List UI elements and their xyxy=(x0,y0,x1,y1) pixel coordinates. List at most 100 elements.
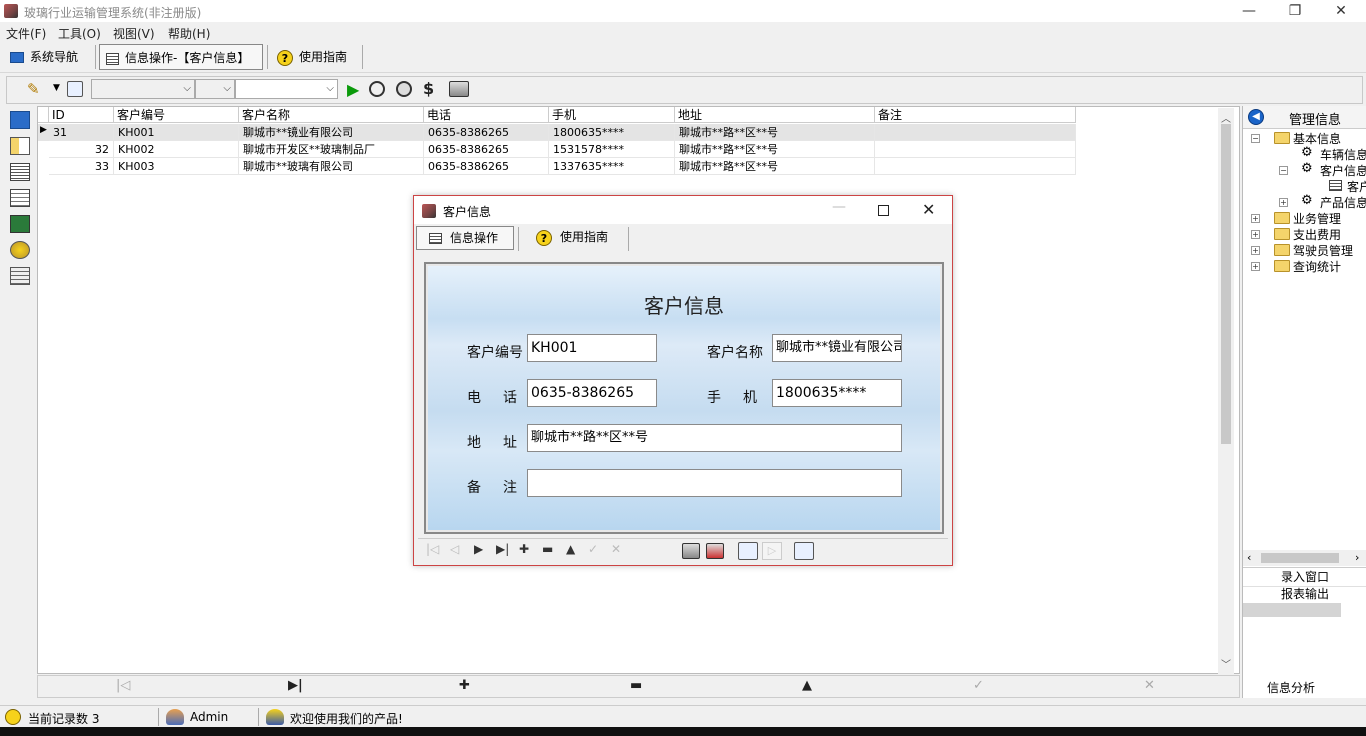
grid-vertical-scrollbar[interactable]: ︿ ﹀ xyxy=(1218,108,1234,674)
scroll-thumb[interactable] xyxy=(1261,553,1339,563)
column-header[interactable]: 地址 xyxy=(675,107,875,123)
last-record-button[interactable]: ▶| xyxy=(496,542,509,556)
next-record-button[interactable]: ▶ xyxy=(474,542,483,556)
column-header[interactable]: 手机 xyxy=(549,107,675,123)
tree-node[interactable]: 客户信息 xyxy=(1320,162,1366,179)
column-header[interactable]: 电话 xyxy=(424,107,549,123)
expand-icon[interactable]: + xyxy=(1251,214,1260,223)
dialog-close-button[interactable]: ✕ xyxy=(922,200,935,219)
operator-select[interactable]: ⌵ xyxy=(195,79,235,99)
zoom-preview-icon[interactable] xyxy=(794,542,814,560)
column-header[interactable]: 客户编号 xyxy=(114,107,239,123)
dialog-guide-button[interactable]: ? 使用指南 xyxy=(526,226,626,250)
print-icon[interactable] xyxy=(449,81,469,97)
tree-node[interactable]: 业务管理 xyxy=(1293,210,1341,227)
dialog-minimize-button[interactable]: — xyxy=(832,199,846,215)
expand-icon[interactable]: + xyxy=(1279,198,1288,207)
column-header[interactable]: ID xyxy=(49,107,114,123)
report-output-button[interactable]: 报表输出 xyxy=(1243,585,1366,603)
preview-icon[interactable] xyxy=(738,542,758,560)
note-input[interactable] xyxy=(527,469,902,497)
scroll-thumb[interactable] xyxy=(1221,124,1231,444)
print-setup-icon[interactable] xyxy=(706,543,724,559)
mobile-input[interactable]: 1800635**** xyxy=(772,379,902,407)
dropdown-arrow-icon[interactable]: ▼ xyxy=(53,83,60,93)
tree-node[interactable]: 驾驶员管理 xyxy=(1293,242,1353,259)
edit-record-button[interactable]: ▲ xyxy=(566,542,575,556)
panel-spacer xyxy=(1243,603,1341,617)
tree-node[interactable]: 产品信息 xyxy=(1320,194,1366,211)
menu-view[interactable]: 视图(V) xyxy=(113,25,155,42)
find-icon[interactable] xyxy=(369,81,385,97)
insert-record-button[interactable]: ✚ xyxy=(519,542,529,556)
insert-record-button[interactable]: ✚ xyxy=(459,678,470,693)
dialog-maximize-button[interactable] xyxy=(878,205,889,216)
edit-record-button[interactable]: ▲ xyxy=(802,678,812,693)
post-record-button[interactable]: ✓ xyxy=(588,542,598,556)
filter-icon[interactable]: $ xyxy=(423,79,434,98)
dialog-info-tab[interactable]: 信息操作 xyxy=(416,226,514,250)
menu-help[interactable]: 帮助(H) xyxy=(168,25,210,42)
first-record-button[interactable]: |◁ xyxy=(426,542,439,556)
scroll-down-icon[interactable]: ﹀ xyxy=(1221,656,1231,671)
report-icon[interactable] xyxy=(10,267,30,285)
cell-id: 32 xyxy=(49,141,114,158)
user-guide-button[interactable]: ? 使用指南 xyxy=(271,44,361,70)
expand-icon[interactable]: + xyxy=(1251,262,1260,271)
customer-name-input[interactable]: 聊城市**镜业有限公司 xyxy=(772,334,902,362)
back-icon[interactable]: ◀ xyxy=(1248,109,1264,125)
edit-pencil-icon[interactable]: ✎ xyxy=(27,81,43,97)
expand-icon[interactable]: + xyxy=(1251,246,1260,255)
settings-icon[interactable] xyxy=(10,241,30,259)
last-record-button[interactable]: ▶| xyxy=(288,678,303,693)
cancel-record-button[interactable]: ✕ xyxy=(1144,678,1155,693)
cell-note xyxy=(875,124,1076,141)
field-select[interactable]: ⌵ xyxy=(91,79,195,99)
print-icon[interactable] xyxy=(682,543,700,559)
post-record-button[interactable]: ✓ xyxy=(973,678,984,693)
scroll-left-icon[interactable]: ‹ xyxy=(1247,551,1251,564)
table-row[interactable]: 32 KH002 聊城市开发区**玻璃制品厂 0635-8386265 1531… xyxy=(38,141,1076,158)
tree-node[interactable]: 车辆信息 xyxy=(1320,146,1366,163)
restore-button[interactable]: ❐ xyxy=(1272,0,1318,22)
scroll-up-icon[interactable]: ︿ xyxy=(1221,110,1231,125)
menu-tools[interactable]: 工具(O) xyxy=(58,25,101,42)
column-header[interactable]: 备注 xyxy=(875,107,1076,123)
info-operation-tab[interactable]: 信息操作-【客户信息】 xyxy=(99,44,263,70)
tree-node[interactable]: 查询统计 xyxy=(1293,258,1341,275)
table-row[interactable]: ▶ 31 KH001 聊城市**镜业有限公司 0635-8386265 1800… xyxy=(38,124,1076,141)
collapse-icon[interactable]: − xyxy=(1279,166,1288,175)
collapse-icon[interactable]: − xyxy=(1251,134,1260,143)
first-record-button[interactable]: |◁ xyxy=(116,678,130,693)
tree-node[interactable]: 支出费用 xyxy=(1293,226,1341,243)
tree-icon[interactable] xyxy=(10,137,30,155)
address-input[interactable]: 聊城市**路**区**号 xyxy=(527,424,902,452)
customer-code-input[interactable]: KH001 xyxy=(527,334,657,362)
run-query-icon[interactable]: ▶ xyxy=(347,80,359,99)
cancel-record-button[interactable]: ✕ xyxy=(611,542,621,556)
entry-window-button[interactable]: 录入窗口 xyxy=(1243,567,1366,587)
search-preview-icon[interactable] xyxy=(67,81,83,97)
chart-icon[interactable] xyxy=(10,215,30,233)
window-icon[interactable] xyxy=(10,111,30,129)
value-select[interactable]: ⌵ xyxy=(235,79,338,99)
prior-record-button[interactable]: ◁ xyxy=(450,542,459,556)
menu-file[interactable]: 文件(F) xyxy=(6,25,46,42)
info-analysis-button[interactable]: 信息分析 xyxy=(1267,679,1315,696)
find-next-icon[interactable] xyxy=(396,81,412,97)
delete-record-button[interactable]: ▬ xyxy=(630,678,642,693)
expand-icon[interactable]: + xyxy=(1251,230,1260,239)
delete-record-button[interactable]: ▬ xyxy=(542,542,553,556)
close-button[interactable]: ✕ xyxy=(1318,0,1364,22)
table-row[interactable]: 33 KH003 聊城市**玻璃有限公司 0635-8386265 133763… xyxy=(38,158,1076,175)
tree-horizontal-scrollbar[interactable]: ‹ › xyxy=(1243,550,1366,566)
column-header[interactable]: 客户名称 xyxy=(239,107,424,123)
system-nav-button[interactable]: 系统导航 xyxy=(4,44,92,70)
document-icon[interactable] xyxy=(10,189,30,207)
list-icon[interactable] xyxy=(10,163,30,181)
phone-input[interactable]: 0635-8386265 xyxy=(527,379,657,407)
play-icon[interactable]: ▷ xyxy=(762,542,782,560)
tree-node[interactable]: 客户 xyxy=(1347,178,1366,195)
scroll-right-icon[interactable]: › xyxy=(1355,551,1359,564)
minimize-button[interactable]: — xyxy=(1226,0,1272,22)
